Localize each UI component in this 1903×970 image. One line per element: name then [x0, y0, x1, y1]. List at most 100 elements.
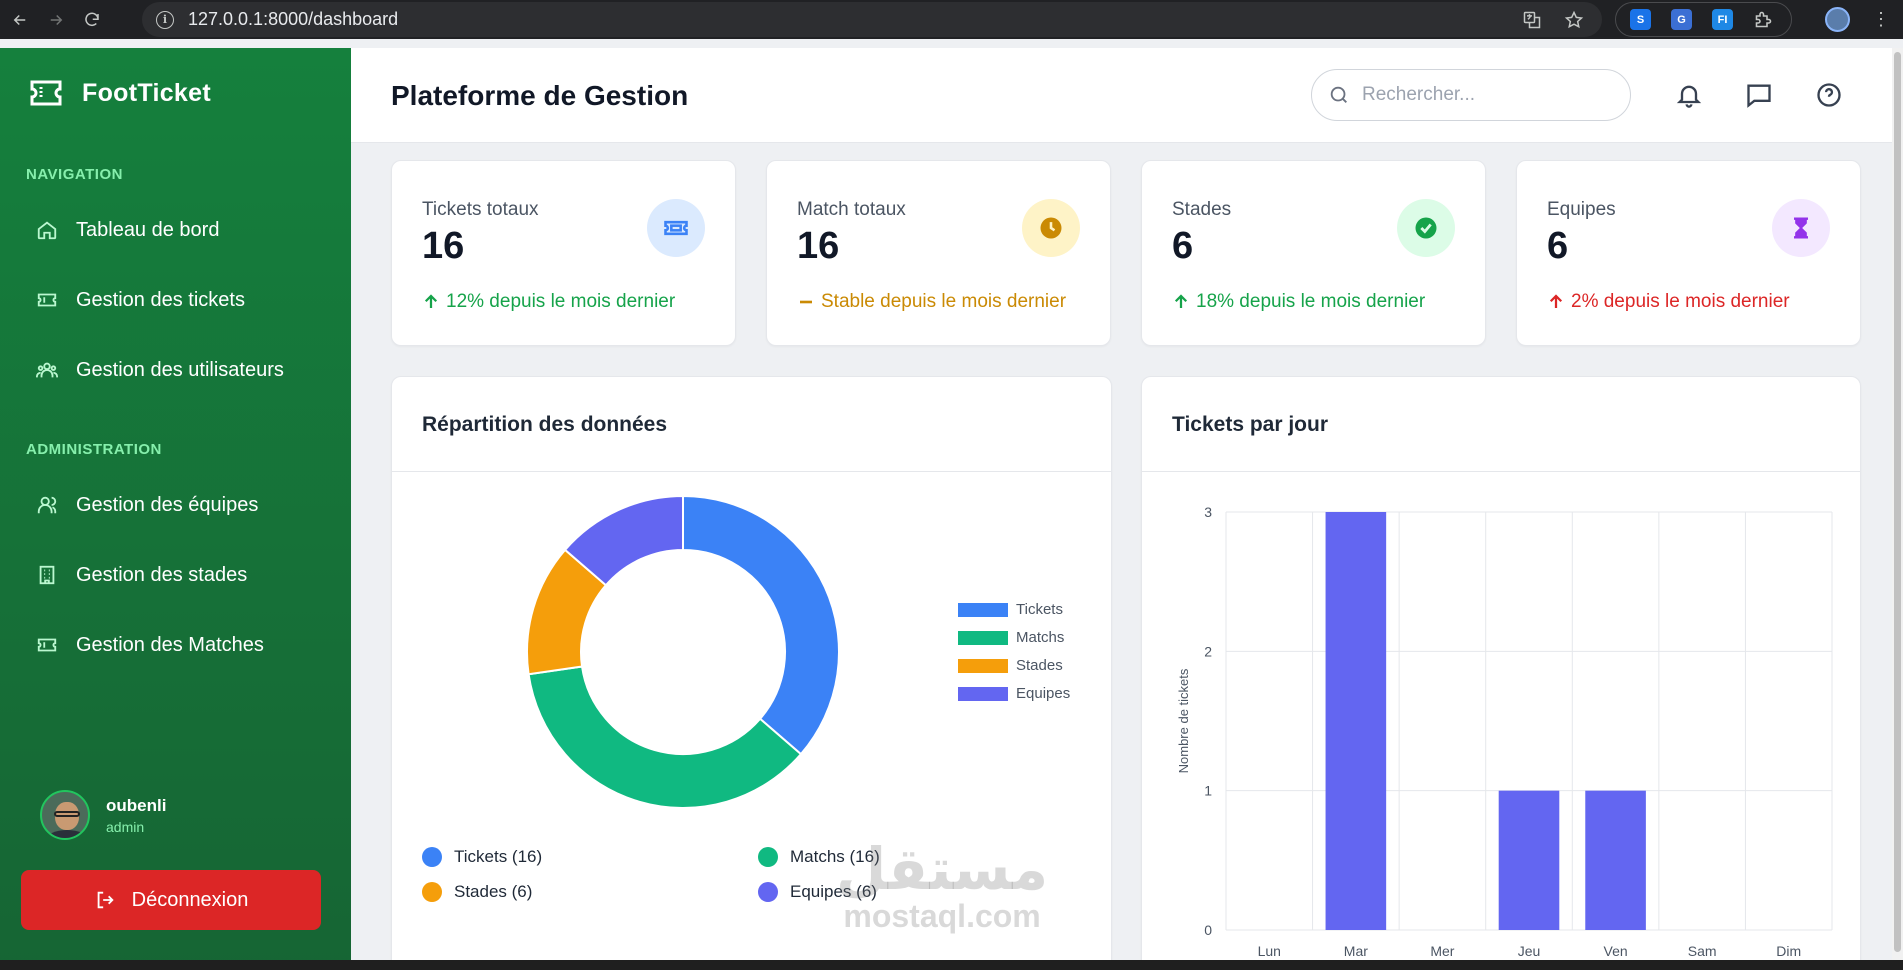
x-tick-label: Dim	[1776, 943, 1801, 959]
brand[interactable]: FootTicket	[28, 78, 211, 108]
x-tick-label: Lun	[1258, 943, 1281, 959]
user-profile[interactable]: oubenli admin	[40, 790, 166, 840]
stat-trend: 12% depuis le mois dernier	[422, 291, 675, 313]
bar-ven[interactable]	[1585, 790, 1646, 930]
scrollbar[interactable]	[1892, 48, 1903, 970]
help-icon[interactable]	[1815, 81, 1843, 109]
avatar	[40, 790, 90, 840]
panel-title: Tickets par jour	[1172, 413, 1329, 436]
y-tick-label: 3	[1204, 504, 1212, 520]
stat-trend-text: 12% depuis le mois dernier	[446, 291, 676, 312]
stat-value: 6	[1547, 225, 1569, 267]
back-icon[interactable]	[2, 2, 38, 38]
taskbar	[0, 960, 1903, 970]
search-input[interactable]	[1362, 84, 1602, 106]
forward-icon[interactable]	[38, 2, 74, 38]
sidebar-item-label: Gestion des tickets	[76, 288, 245, 311]
s-extension-icon[interactable]: S	[1630, 9, 1651, 30]
legend-item-stades[interactable]: Stades	[958, 657, 1063, 674]
sidebar-item-label: Tableau de bord	[76, 218, 220, 241]
summary-tickets: Tickets (16)	[422, 847, 542, 867]
user-role: admin	[106, 818, 145, 835]
stat-trend: 2% depuis le mois dernier	[1547, 291, 1790, 313]
stat-card-teams: Equipes 6 2% depuis le mois dernier	[1516, 160, 1861, 346]
translate-icon[interactable]	[1522, 10, 1542, 30]
legend-item-equipes[interactable]: Equipes	[958, 685, 1070, 702]
browser-toolbar: i 127.0.0.1:8000/dashboard S G FI ⋮	[0, 0, 1903, 39]
page-header: Plateforme de Gestion	[351, 48, 1892, 143]
sidebar-item-label: Gestion des stades	[76, 563, 248, 586]
stat-value: 16	[797, 225, 840, 267]
sidebar-item-dashboard[interactable]: Tableau de bord	[26, 205, 326, 255]
home-icon	[37, 221, 57, 240]
clock-icon	[1022, 199, 1080, 257]
bar-jeu[interactable]	[1498, 790, 1560, 930]
bookmark-star-icon[interactable]	[1564, 10, 1584, 30]
reload-icon[interactable]	[74, 2, 110, 38]
message-icon[interactable]	[1745, 81, 1773, 109]
profile-avatar[interactable]	[1825, 7, 1850, 32]
sidebar-item-teams[interactable]: Gestion des équipes	[26, 480, 326, 530]
sidebar-item-users[interactable]: Gestion des utilisateurs	[26, 345, 326, 395]
bar-mar[interactable]	[1325, 512, 1387, 930]
logout-icon	[97, 891, 114, 909]
brand-name: FootTicket	[82, 78, 211, 107]
stat-trend: Stable depuis le mois dernier	[797, 291, 1066, 313]
stat-label: Match totaux	[797, 199, 906, 220]
y-axis-label: Nombre de tickets	[1176, 668, 1191, 773]
ticket-logo-icon	[30, 80, 62, 106]
stat-trend-text: Stable depuis le mois dernier	[821, 291, 1067, 312]
summary-stades: Stades (6)	[422, 882, 532, 902]
donut-slice-matchs[interactable]	[527, 665, 803, 809]
minus-icon	[800, 300, 812, 304]
search-box[interactable]	[1311, 69, 1631, 121]
sidebar-item-tickets[interactable]: Gestion des tickets	[26, 275, 326, 325]
fi-extension-icon[interactable]: FI	[1712, 9, 1733, 30]
users-icon	[36, 362, 58, 378]
x-tick-label: Mar	[1344, 943, 1368, 959]
legend-item-tickets[interactable]: Tickets	[958, 601, 1063, 618]
page-title: Plateforme de Gestion	[391, 80, 689, 111]
section-title-navigation: NAVIGATION	[26, 166, 123, 183]
stat-value: 6	[1172, 225, 1194, 267]
stat-card-stadiums: Stades 6 18% depuis le mois dernier	[1141, 160, 1486, 346]
legend-item-matchs[interactable]: Matchs	[958, 629, 1064, 646]
stat-card-tickets: Tickets totaux 16 12% depuis le mois der…	[391, 160, 736, 346]
ticket-icon	[37, 638, 57, 652]
bar-chart-panel: Tickets par jour 0 1 2 3 Lun Mar Mer Jeu Ven Sam D…	[1141, 376, 1861, 970]
translate-extension-icon[interactable]: G	[1671, 9, 1692, 30]
y-tick-label: 1	[1204, 783, 1212, 799]
watermark: مستقل mostaql.com	[836, 835, 1049, 934]
search-icon	[1330, 86, 1347, 103]
arrow-up-icon	[1174, 294, 1188, 308]
bar-chart: 0 1 2 3 Lun Mar Mer Jeu Ven Sam Dim Nombre de ticke…	[1176, 504, 1833, 959]
y-tick-label: 0	[1204, 922, 1212, 938]
section-title-administration: ADMINISTRATION	[26, 441, 162, 458]
panel-title: Répartition des données	[422, 413, 668, 436]
address-bar[interactable]: i 127.0.0.1:8000/dashboard	[142, 2, 1602, 37]
sidebar-item-label: Gestion des utilisateurs	[76, 358, 284, 381]
address-url[interactable]: 127.0.0.1:8000/dashboard	[188, 9, 398, 30]
stat-label: Tickets totaux	[422, 199, 539, 220]
arrow-up-icon	[424, 294, 438, 308]
sidebar-item-matches[interactable]: Gestion des Matches	[26, 620, 326, 670]
sidebar-item-stadiums[interactable]: Gestion des stades	[26, 550, 326, 600]
ticket-icon	[37, 293, 57, 307]
stat-trend-text: 18% depuis le mois dernier	[1196, 291, 1426, 312]
menu-dots-icon[interactable]: ⋮	[1872, 9, 1890, 29]
logout-button[interactable]: Déconnexion	[21, 870, 321, 930]
x-tick-label: Jeu	[1518, 943, 1541, 959]
bell-icon[interactable]	[1675, 81, 1703, 109]
site-info-icon[interactable]: i	[156, 10, 174, 29]
hourglass-icon	[1772, 199, 1830, 257]
sidebar-item-label: Gestion des équipes	[76, 493, 259, 516]
stat-value: 16	[422, 225, 465, 267]
check-circle-icon	[1397, 199, 1455, 257]
extensions-puzzle-icon[interactable]	[1753, 9, 1774, 30]
donut-slice-tickets[interactable]	[682, 494, 840, 756]
logout-label: Déconnexion	[131, 888, 249, 911]
ticket-icon	[647, 199, 705, 257]
stat-trend: 18% depuis le mois dernier	[1172, 291, 1425, 313]
stat-label: Stades	[1172, 199, 1232, 220]
team-icon	[37, 496, 57, 514]
